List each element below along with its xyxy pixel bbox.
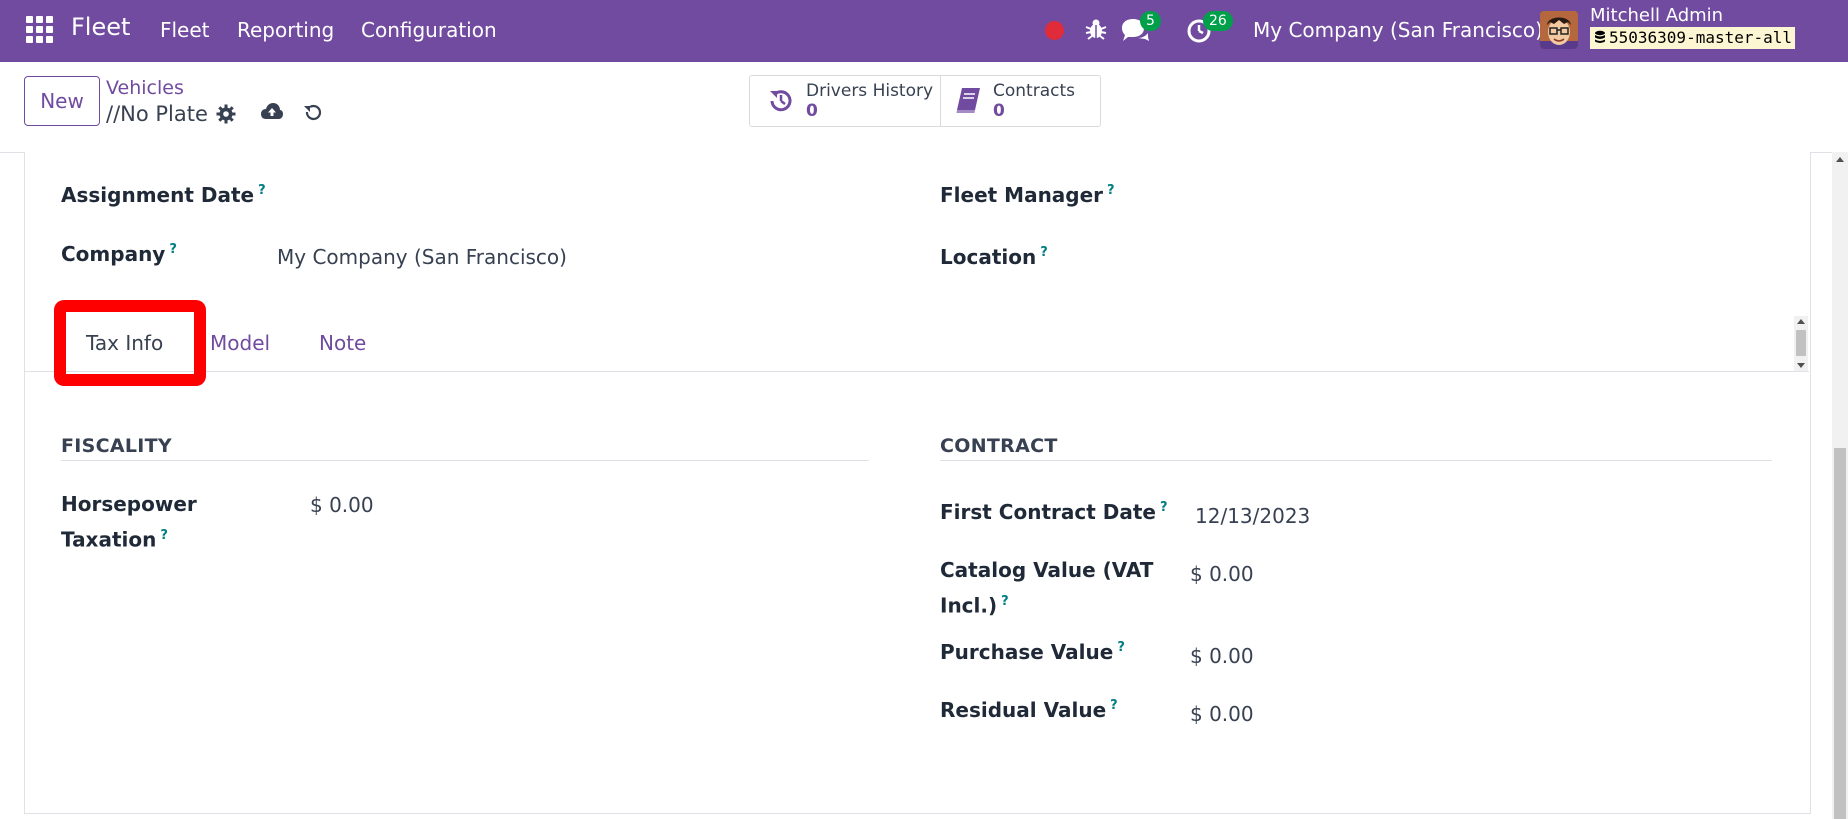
user-name[interactable]: Mitchell Admin xyxy=(1590,5,1723,26)
help-tooltip-icon[interactable]: ? xyxy=(1040,245,1048,260)
new-button[interactable]: New xyxy=(24,76,100,126)
tabs-scrollbar[interactable] xyxy=(1794,316,1808,371)
app-brand[interactable]: Fleet xyxy=(71,13,130,41)
messages-count-badge: 5 xyxy=(1140,11,1161,31)
catalog-value-label: Catalog Value (VAT Incl.)? xyxy=(940,558,1154,618)
debug-bug-icon[interactable] xyxy=(1083,16,1109,42)
top-navbar: Fleet Fleet Reporting Configuration 5 26… xyxy=(0,0,1848,62)
tabs-divider xyxy=(24,371,1809,372)
scroll-up-arrow-icon[interactable] xyxy=(1836,157,1844,162)
discard-undo-icon[interactable] xyxy=(303,103,323,123)
help-tooltip-icon[interactable]: ? xyxy=(258,183,266,198)
tab-note[interactable]: Note xyxy=(319,331,366,355)
company-label: Company? xyxy=(61,242,177,266)
recording-indicator-icon[interactable] xyxy=(1045,21,1064,40)
first-contract-date-field[interactable]: 12/13/2023 xyxy=(1195,504,1310,528)
residual-value-label: Residual Value? xyxy=(940,698,1118,722)
first-contract-date-label: First Contract Date? xyxy=(940,500,1168,524)
assignment-date-label: Assignment Date? xyxy=(61,183,266,207)
company-field[interactable]: My Company (San Francisco) xyxy=(277,245,567,269)
breadcrumb-current-record: //No Plate xyxy=(106,102,208,126)
save-cloud-upload-icon[interactable] xyxy=(260,102,284,122)
user-avatar[interactable] xyxy=(1540,11,1578,49)
tabs-scrollbar-thumb[interactable] xyxy=(1796,330,1806,356)
scroll-up-arrow-icon[interactable] xyxy=(1797,319,1805,324)
smart-buttons: Drivers History 0 Contracts 0 xyxy=(749,75,1101,127)
location-label: Location? xyxy=(940,245,1048,269)
contracts-count: 0 xyxy=(993,101,1005,121)
menu-fleet[interactable]: Fleet xyxy=(160,18,210,42)
help-tooltip-icon[interactable]: ? xyxy=(1117,640,1125,655)
residual-value-field[interactable]: $ 0.00 xyxy=(1190,702,1254,726)
company-switcher[interactable]: My Company (San Francisco) xyxy=(1253,18,1543,42)
page-scrollbar-thumb[interactable] xyxy=(1834,448,1846,819)
app-grid-icon[interactable] xyxy=(26,16,53,43)
contracts-button[interactable]: Contracts 0 xyxy=(940,76,1099,126)
fleet-manager-label: Fleet Manager? xyxy=(940,183,1115,207)
help-tooltip-icon[interactable]: ? xyxy=(1107,183,1115,198)
drivers-history-label: Drivers History xyxy=(806,81,934,101)
contract-separator xyxy=(940,460,1772,461)
help-tooltip-icon[interactable]: ? xyxy=(169,242,177,257)
menu-reporting[interactable]: Reporting xyxy=(237,18,334,42)
purchase-value-label: Purchase Value? xyxy=(940,640,1125,664)
drivers-history-count: 0 xyxy=(806,101,818,121)
help-tooltip-icon[interactable]: ? xyxy=(1110,698,1118,713)
fiscality-separator xyxy=(61,460,869,461)
contracts-label: Contracts xyxy=(993,81,1075,101)
breadcrumb-vehicles-link[interactable]: Vehicles xyxy=(106,77,184,99)
fiscality-section-title: FISCALITY xyxy=(61,435,172,457)
highlight-annotation-box xyxy=(54,300,206,386)
menu-configuration[interactable]: Configuration xyxy=(361,18,497,42)
help-tooltip-icon[interactable]: ? xyxy=(160,528,168,543)
purchase-value-field[interactable]: $ 0.00 xyxy=(1190,644,1254,668)
book-icon xyxy=(956,88,980,113)
horsepower-taxation-field[interactable]: $ 0.00 xyxy=(310,493,374,517)
page-scrollbar[interactable] xyxy=(1832,152,1848,819)
history-icon xyxy=(770,90,792,112)
database-icon xyxy=(1595,30,1605,43)
gear-icon[interactable] xyxy=(216,104,236,124)
contract-section-title: CONTRACT xyxy=(940,435,1058,457)
control-panel: New Vehicles //No Plate Drivers History … xyxy=(0,62,1848,153)
database-name: 55036309-master-all xyxy=(1609,28,1793,47)
help-tooltip-icon[interactable]: ? xyxy=(1001,594,1009,609)
catalog-value-field[interactable]: $ 0.00 xyxy=(1190,562,1254,586)
help-tooltip-icon[interactable]: ? xyxy=(1160,500,1168,515)
database-badge: 55036309-master-all xyxy=(1590,27,1796,49)
scroll-down-arrow-icon[interactable] xyxy=(1797,363,1805,368)
drivers-history-button[interactable]: Drivers History 0 xyxy=(750,76,940,126)
horsepower-taxation-label: Horsepower Taxation? xyxy=(61,492,197,552)
activities-count-badge: 26 xyxy=(1203,11,1233,31)
tab-model[interactable]: Model xyxy=(210,331,270,355)
